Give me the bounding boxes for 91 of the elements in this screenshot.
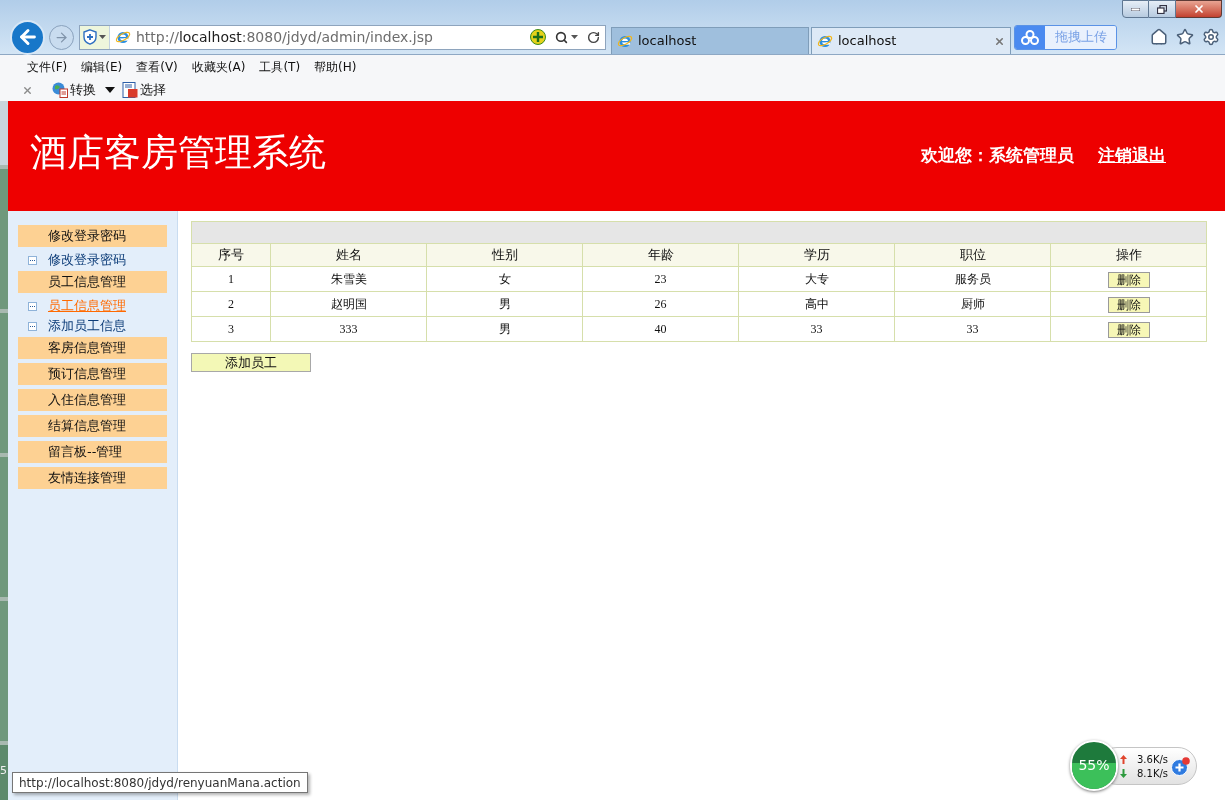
cloud-logo-icon: [1021, 29, 1039, 45]
close-icon: [1192, 3, 1205, 15]
ie-logo-icon: [115, 29, 131, 45]
table-cell: 40: [582, 316, 739, 342]
sidebar-link[interactable]: 添加员工信息: [18, 316, 167, 336]
caret-icon: [571, 35, 578, 39]
status-url-tooltip: http://localhost:8080/jdyd/renyuanMana.action: [12, 772, 308, 793]
table-cell: 女: [426, 266, 583, 292]
column-header: 年龄: [582, 243, 739, 267]
table-cell: 男: [426, 316, 583, 342]
column-header: 操作: [1050, 243, 1207, 267]
table-cell: 33: [894, 316, 1051, 342]
menu-item[interactable]: 文件(F): [20, 58, 75, 76]
clipped-text: 5: [0, 765, 8, 777]
sidebar-section-header[interactable]: 留言板--管理: [18, 441, 167, 463]
column-header: 学历: [738, 243, 895, 267]
toolbar-button[interactable]: 选择: [122, 80, 166, 100]
usage-percent: 55%: [1078, 756, 1110, 775]
globe-document-icon: [52, 82, 68, 98]
address-url: http://localhost:8080/jdyd/admin/index.jsp: [136, 28, 433, 46]
table-cell: 赵明国: [270, 291, 427, 317]
column-header: 职位: [894, 243, 1051, 267]
security-button[interactable]: [80, 25, 110, 49]
site-title: 酒店客房管理系统: [30, 130, 326, 177]
download-rate: 8.1K/s: [1137, 767, 1169, 779]
caret-icon: [99, 35, 106, 39]
search-icon[interactable]: [555, 30, 568, 44]
table-cell: 2: [191, 291, 271, 317]
ie-logo-icon: [617, 33, 633, 49]
add-employee-button[interactable]: 添加员工: [191, 353, 311, 372]
menu-item[interactable]: 编辑(E): [74, 58, 130, 76]
dotted-square-icon: [28, 301, 37, 311]
settings-icon[interactable]: [1202, 28, 1220, 46]
sidebar-section-header[interactable]: 入住信息管理: [18, 389, 167, 411]
menu-item[interactable]: 收藏夹(A): [184, 58, 253, 76]
table-cell: 朱雪美: [270, 266, 427, 292]
table-cell: 23: [582, 266, 739, 292]
table-cell: 26: [582, 291, 739, 317]
document-icon: [122, 82, 138, 98]
logout-link[interactable]: 注销退出: [1098, 143, 1166, 169]
table-cell: 1: [191, 266, 271, 292]
menu-item[interactable]: 帮助(H): [307, 58, 364, 76]
plus-circle-icon[interactable]: [530, 29, 546, 45]
restore-button[interactable]: [1149, 0, 1176, 18]
dotted-square-icon: [28, 321, 37, 331]
table-cell: 服务员: [894, 266, 1051, 292]
sidebar-link[interactable]: 修改登录密码: [18, 250, 167, 270]
restore-icon: [1157, 4, 1167, 14]
shield-icon: [83, 29, 97, 45]
close-tab-icon[interactable]: [994, 35, 1005, 47]
close-window-button[interactable]: [1176, 0, 1222, 18]
welcome-text: 欢迎您：系统管理员: [921, 144, 1074, 168]
address-bar[interactable]: http://localhost:8080/jdyd/admin/index.jsp: [79, 24, 606, 50]
down-arrow-icon: [1120, 768, 1127, 778]
refresh-icon[interactable]: [587, 30, 600, 44]
ie-logo-icon: [817, 33, 833, 49]
sidebar-section-header[interactable]: 预订信息管理: [18, 363, 167, 385]
table-cell: 3: [191, 316, 271, 342]
browser-tab[interactable]: localhost: [611, 27, 809, 54]
sidebar-section-header[interactable]: 客房信息管理: [18, 337, 167, 359]
up-arrow-icon: [1120, 754, 1127, 764]
plus-badge-icon[interactable]: [1171, 756, 1190, 776]
menu-item[interactable]: 查看(V): [129, 58, 185, 76]
delete-button[interactable]: 删除: [1107, 272, 1150, 289]
delete-button[interactable]: 删除: [1107, 297, 1150, 314]
dropdown-caret-icon[interactable]: [105, 87, 115, 93]
table-cell: 男: [426, 291, 583, 317]
star-icon[interactable]: [1176, 28, 1194, 46]
sidebar-section-header[interactable]: 友情连接管理: [18, 467, 167, 489]
close-icon[interactable]: [22, 84, 33, 96]
column-header: 性别: [426, 243, 583, 267]
menu-item[interactable]: 工具(T): [252, 58, 308, 76]
toolbar-button[interactable]: 转换: [52, 80, 96, 100]
sidebar-section-header[interactable]: 员工信息管理: [18, 271, 167, 293]
home-icon[interactable]: [1150, 28, 1168, 46]
dotted-square-icon: [28, 255, 37, 265]
table-cell: 33: [738, 316, 895, 342]
minimize-icon: [1131, 7, 1140, 11]
back-button[interactable]: [10, 19, 45, 55]
table-cell: 大专: [738, 266, 895, 292]
minimize-button[interactable]: [1122, 0, 1149, 18]
sidebar-section-header[interactable]: 修改登录密码: [18, 225, 167, 247]
sidebar-section-header[interactable]: 结算信息管理: [18, 415, 167, 437]
table-cell: 高中: [738, 291, 895, 317]
browser-tab[interactable]: localhost: [811, 27, 1011, 54]
table-cell: 333: [270, 316, 427, 342]
upload-rate: 3.6K/s: [1137, 753, 1169, 765]
column-header: 姓名: [270, 243, 427, 267]
table-cell: 厨师: [894, 291, 1051, 317]
delete-button[interactable]: 删除: [1107, 322, 1150, 339]
column-header: 序号: [191, 243, 271, 267]
